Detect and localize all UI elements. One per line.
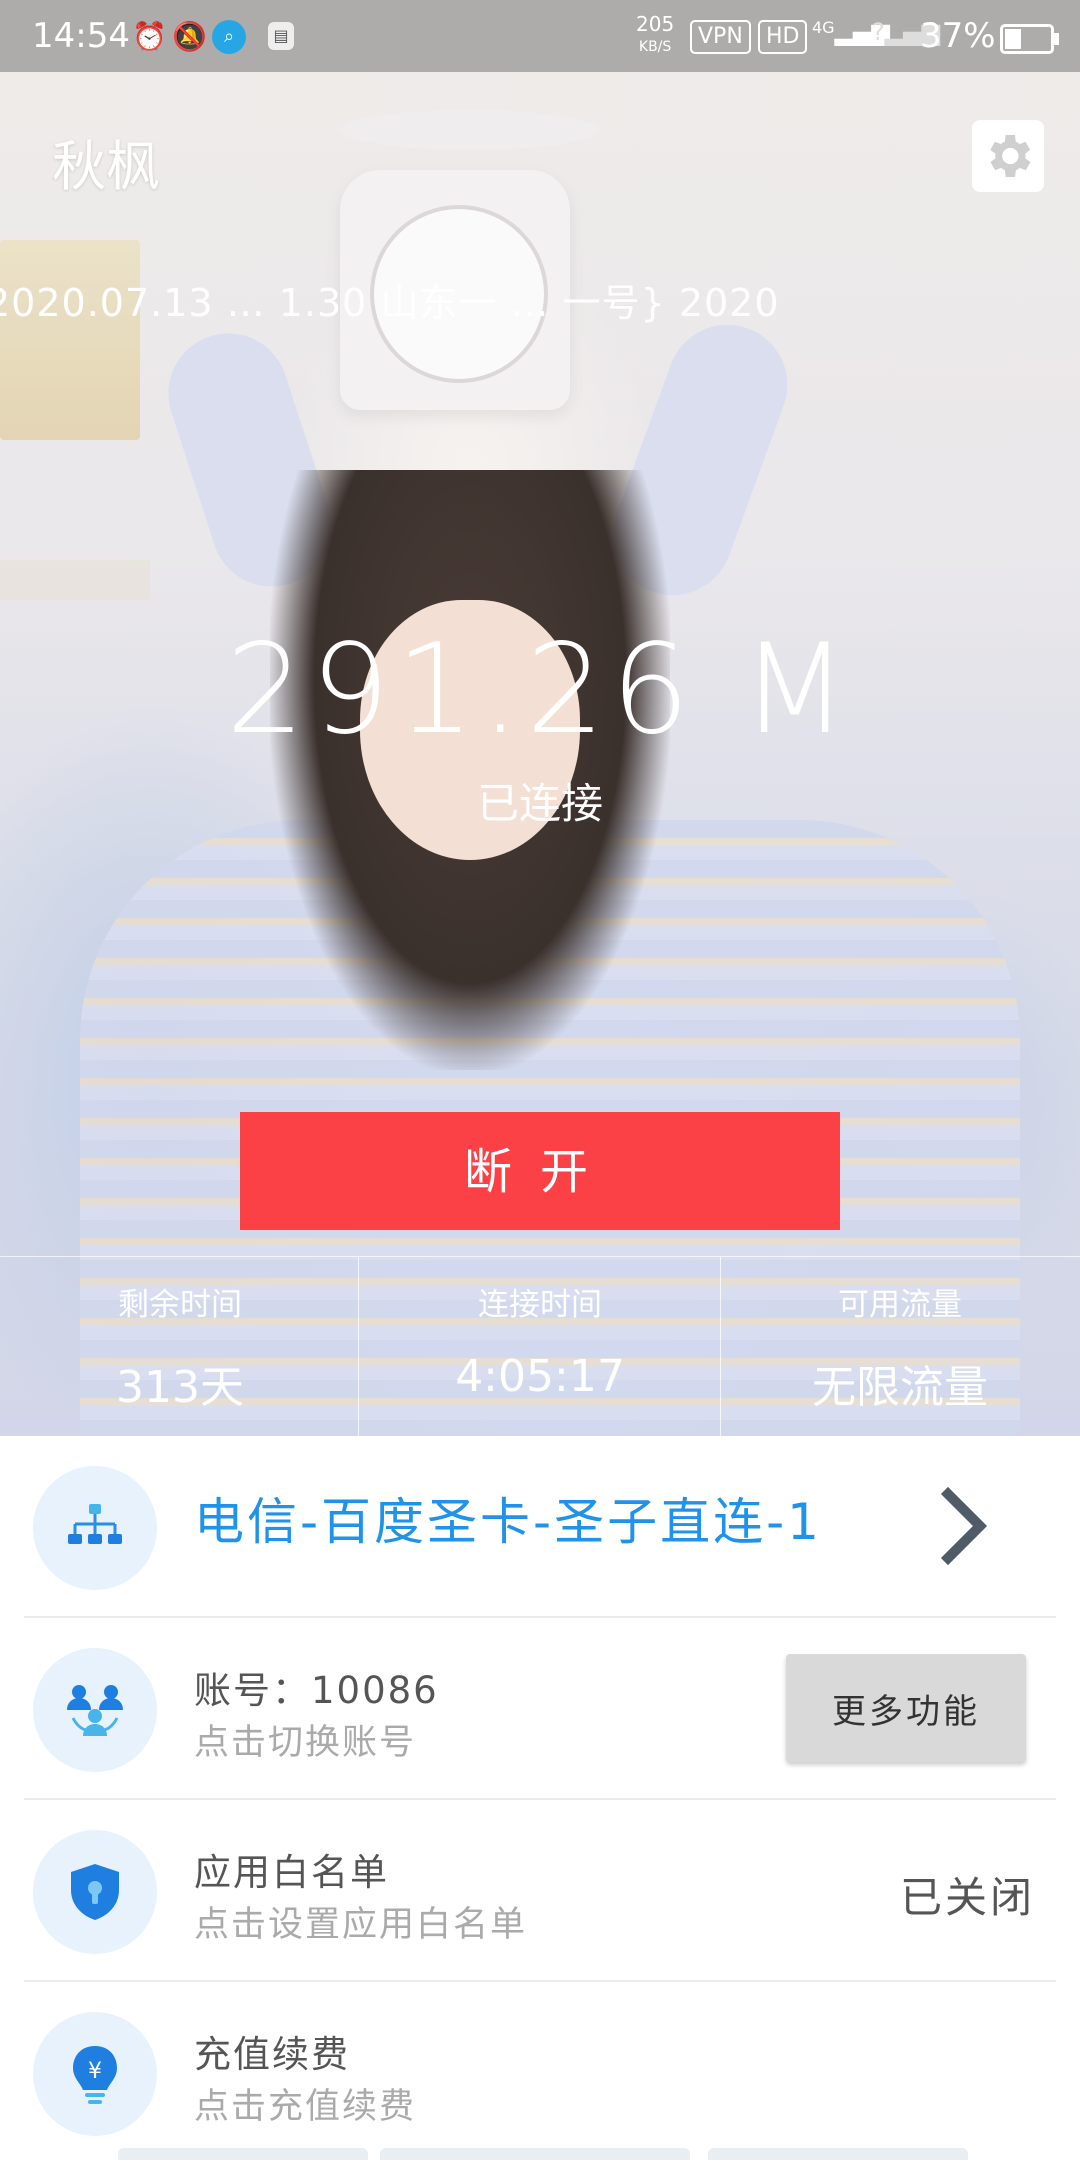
- mute-bell-icon: 🔕: [172, 20, 207, 53]
- stat-label: 剩余时间: [118, 1287, 242, 1323]
- stat-value: 4:05:17: [455, 1351, 625, 1402]
- hd-badge: HD: [758, 20, 808, 54]
- stat-available-traffic: 可用流量 无限流量: [720, 1257, 1080, 1437]
- bottom-tab-hint: [708, 2148, 968, 2160]
- battery-percent: 37%: [920, 16, 996, 56]
- svg-text:¥: ¥: [88, 2059, 102, 2084]
- account-icon-circle: [33, 1648, 157, 1772]
- status-bar: 14:54 ⏰ 🔕 ⌕ ▤ 205 KB/S VPN HD 4G▂▄▆ ?▂▄▆…: [0, 0, 1080, 72]
- recharge-hint: 点击充值续费: [194, 2087, 417, 2127]
- server-icon-circle: [33, 1466, 157, 1590]
- network-tree-icon: [68, 1504, 122, 1544]
- stat-label: 可用流量: [838, 1287, 962, 1323]
- whitelist-hint: 点击设置应用白名单: [194, 1905, 528, 1945]
- more-functions-button[interactable]: 更多功能: [786, 1654, 1026, 1762]
- account-number: 账号：10086: [194, 1669, 439, 1712]
- gear-icon: [990, 135, 1031, 177]
- lightbulb-yen-icon: ¥: [73, 2046, 117, 2104]
- stat-value: 无限流量: [812, 1362, 988, 1413]
- network-speed-value: 205: [636, 12, 675, 36]
- connection-status: 已连接: [476, 779, 603, 828]
- whitelist-icon-circle: [33, 1830, 157, 1954]
- account-hint: 点击切换账号: [194, 1723, 417, 1763]
- stat-divider: [358, 1257, 359, 1437]
- settings-button[interactable]: [972, 120, 1044, 192]
- search-app-icon: ⌕: [212, 20, 246, 54]
- speed-display: 291.26 M: [225, 618, 855, 762]
- disconnect-button[interactable]: 断开: [240, 1112, 840, 1230]
- vpn-badge: VPN: [690, 20, 751, 54]
- stat-value: 313天: [116, 1362, 244, 1413]
- status-time: 14:54: [32, 16, 130, 56]
- notice-text: 2020.07.13 … 1.30 山东一 … 一号} 2020: [0, 281, 780, 324]
- server-select-row[interactable]: 电信-百度圣卡-圣子直连-1: [0, 1436, 1080, 1616]
- bottom-tab-hint: [118, 2148, 368, 2160]
- recharge-row[interactable]: ¥ 充值续费 点击充值续费: [0, 1982, 1080, 2162]
- bottom-tab-hint: [380, 2148, 690, 2160]
- shield-lock-icon: [71, 1864, 119, 1920]
- chevron-right-icon: [940, 1486, 988, 1566]
- users-icon: [67, 1685, 123, 1736]
- whitelist-title: 应用白名单: [194, 1851, 389, 1894]
- stat-label: 连接时间: [478, 1287, 602, 1323]
- recharge-icon-circle: ¥: [33, 2012, 157, 2136]
- network-speed-unit: KB/S: [638, 39, 672, 55]
- notice-marquee: 2020.07.13 … 1.30 山东一 … 一号} 2020: [0, 268, 1080, 324]
- stat-remaining-time: 剩余时间 313天: [0, 1257, 360, 1437]
- network-speed: 205 KB/S: [636, 14, 674, 57]
- stat-connection-time: 连接时间 4:05:17: [360, 1257, 720, 1437]
- signal-network-type: 4G: [812, 18, 835, 37]
- recharge-title: 充值续费: [194, 2033, 350, 2076]
- whitelist-status: 已关闭: [900, 1873, 1036, 1922]
- alarm-icon: ⏰: [132, 20, 167, 53]
- stats-bar: 剩余时间 313天 连接时间 4:05:17 可用流量 无限流量: [0, 1256, 1080, 1437]
- server-name: 电信-百度圣卡-圣子直连-1: [194, 1493, 822, 1551]
- battery-icon: [1000, 24, 1059, 54]
- app-title: 秋枫: [52, 135, 160, 198]
- notification-app-icon: ▤: [268, 22, 294, 50]
